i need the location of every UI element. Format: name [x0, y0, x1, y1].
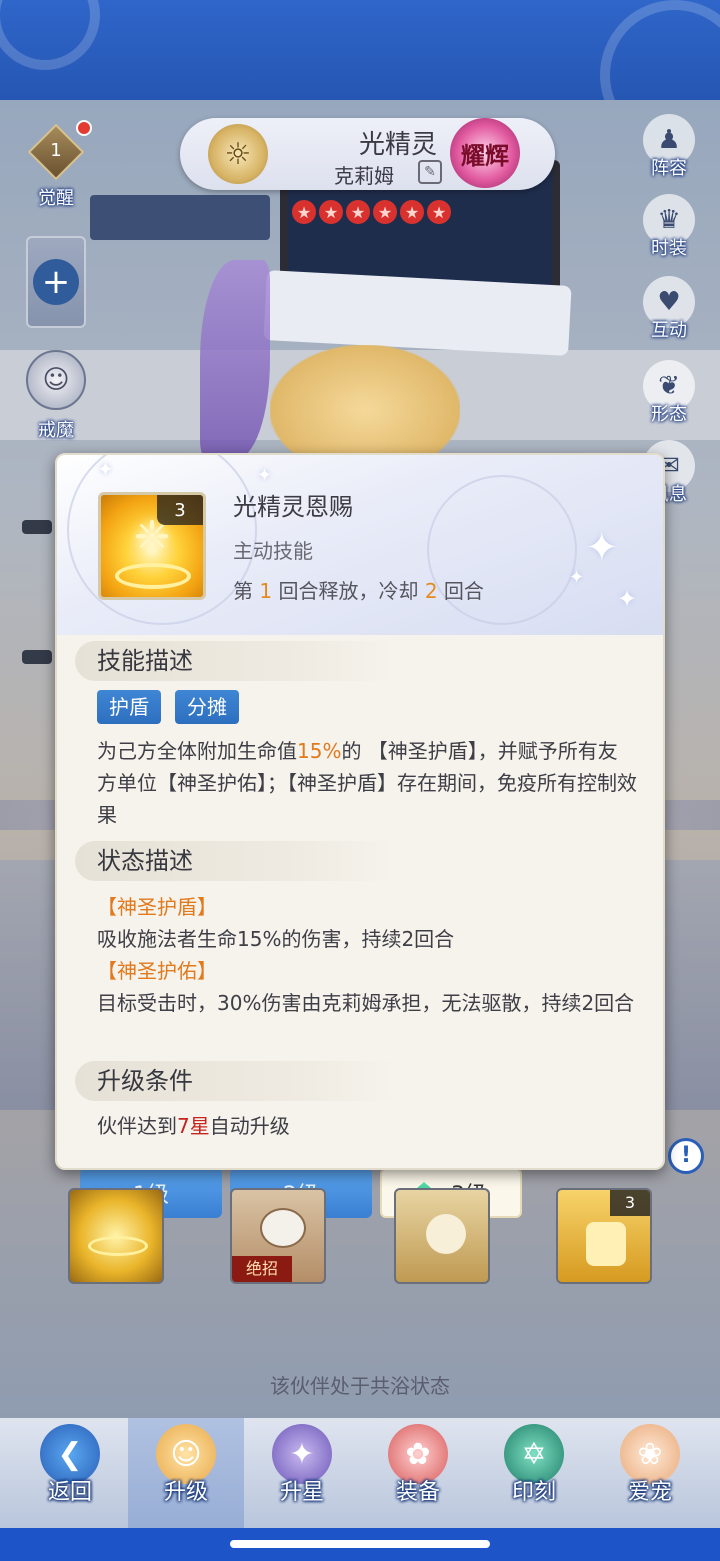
skill-slot[interactable]: 绝招: [230, 1188, 326, 1284]
skill-level-badge: 3: [610, 1190, 650, 1216]
rank-badge: 耀辉: [450, 118, 520, 188]
skill-name: 光精灵恩赐: [233, 493, 353, 521]
hand-skill-icon: [586, 1222, 626, 1266]
star-icon: ★: [292, 200, 316, 224]
star-icon: ★: [373, 200, 397, 224]
top-banner: [0, 0, 720, 100]
upgrade-title: 升级条件: [75, 1061, 395, 1101]
skill-description: 为己方全体附加生命值15%的 【神圣护盾】，并赋予所有友方单位【神圣护佑】；【神…: [97, 735, 637, 831]
right-menu-label: 形态: [651, 404, 687, 425]
jiemo-avatar[interactable]: ☺: [26, 350, 86, 410]
right-menu-lineup[interactable]: ♟ 阵容: [638, 114, 700, 180]
nav-label: 爱宠: [627, 1480, 672, 1505]
add-slot-button[interactable]: +: [26, 236, 86, 328]
right-menu-interact[interactable]: ♥ 互动: [638, 276, 700, 342]
edit-name-icon[interactable]: ✎: [418, 160, 442, 184]
status-description: 【神圣护盾】 吸收施法者生命15%的伤害，持续2回合 【神圣护佑】 目标受击时，…: [97, 891, 637, 1019]
cd-round: 1: [259, 579, 273, 603]
right-menu-label: 互动: [651, 320, 687, 341]
status1-name: 【神圣护盾】: [97, 895, 217, 919]
nav-label: 返回: [47, 1480, 92, 1505]
status-desc-title: 状态描述: [75, 841, 395, 881]
nav-equipment[interactable]: ✿ 装备: [360, 1418, 476, 1528]
tag-shield: 护盾: [97, 690, 161, 724]
nav-label: 装备: [395, 1480, 440, 1505]
info-icon[interactable]: !: [668, 1138, 704, 1174]
halo-icon: [115, 563, 191, 589]
status1-desc: 吸收施法者生命15%的伤害，持续2回合: [97, 927, 455, 951]
star-icon: ★: [319, 200, 343, 224]
right-menu-form[interactable]: ❦ 形态: [638, 360, 700, 426]
skill-icon: ❈ 3: [98, 492, 206, 600]
star-icon: ★: [346, 200, 370, 224]
upgrade-star: 7星: [177, 1114, 210, 1138]
star-icon: ★: [400, 200, 424, 224]
keyboard: [263, 270, 572, 356]
upgrade-text: 自动升级: [209, 1114, 290, 1138]
sheep-skill-icon: [260, 1208, 306, 1248]
jiemo-label: 戒魔: [38, 420, 74, 441]
upgrade-text: 伙伴达到: [97, 1114, 177, 1138]
upgrade-condition: 伙伴达到7星自动升级: [97, 1110, 637, 1142]
awaken-level: 1: [50, 140, 62, 161]
nav-label: 升星: [279, 1480, 324, 1505]
nav-pet[interactable]: ❀ 爱宠: [592, 1418, 708, 1528]
nav-label: 印刻: [511, 1480, 556, 1505]
system-nav-area: [0, 1528, 720, 1561]
books: [90, 195, 270, 240]
nav-back[interactable]: ❮ 返回: [12, 1418, 128, 1528]
sparkle-icon: ✦: [585, 525, 619, 571]
sparkle-icon: ✦: [257, 465, 273, 486]
fairy-skill-icon: [88, 1236, 148, 1256]
cd-text: 回合释放，冷却: [272, 579, 425, 603]
drawer-handle: [22, 650, 52, 664]
sparkle-icon: ✦: [97, 457, 114, 481]
right-menu-costume[interactable]: ♛ 时装: [638, 194, 700, 260]
plus-icon: +: [33, 259, 79, 305]
skill-slot[interactable]: 3: [556, 1188, 652, 1284]
desc-percent: 15%: [297, 739, 342, 763]
star-icon: ★: [427, 200, 451, 224]
skill-desc-title: 技能描述: [75, 641, 395, 681]
desc-text: 为己方全体附加生命值: [97, 739, 297, 763]
notification-dot: [76, 120, 92, 136]
ultimate-label: 绝招: [232, 1256, 292, 1282]
status2-name: 【神圣护佑】: [97, 959, 217, 983]
wing: [200, 260, 270, 460]
nav-star-up[interactable]: ✦ 升星: [244, 1418, 360, 1528]
paw-skill-icon: [426, 1214, 466, 1254]
skill-slot[interactable]: [68, 1188, 164, 1284]
skill-icon-level: 3: [157, 495, 203, 525]
right-menu-label: 阵容: [651, 158, 687, 179]
drawer-handle: [22, 520, 52, 534]
awaken-label: 觉醒: [38, 188, 74, 209]
nav-label: 升级: [163, 1480, 208, 1505]
banner-decoration: [600, 0, 720, 100]
status-note: 该伙伴处于共浴状态: [270, 1374, 450, 1398]
awaken-button[interactable]: 1: [27, 123, 85, 181]
sparkle-icon: ✦: [569, 567, 585, 588]
star-rating: ★ ★ ★ ★ ★ ★: [292, 200, 451, 224]
character-header: ☼ 光精灵 克莉姆 ✎ 耀辉: [180, 118, 555, 190]
skill-type: 主动技能: [233, 539, 313, 563]
popup-header: ✦ ✦ ✦ ✦ ✦ ❈ 3 光精灵恩赐 主动技能 第 1 回合释放，冷却 2 回…: [57, 455, 663, 635]
nav-engrave[interactable]: ✡ 印刻: [476, 1418, 592, 1528]
cd-text: 回合: [437, 579, 484, 603]
cd-cooldown: 2: [424, 579, 438, 603]
character-sub-name: 克莉姆: [334, 164, 394, 188]
banner-decoration: [0, 0, 100, 70]
light-element-icon: ☼: [208, 124, 268, 184]
skill-slot[interactable]: [394, 1188, 490, 1284]
nav-upgrade[interactable]: ☺ 升级: [128, 1418, 244, 1528]
skill-detail-popup: ✦ ✦ ✦ ✦ ✦ ❈ 3 光精灵恩赐 主动技能 第 1 回合释放，冷却 2 回…: [55, 453, 665, 1170]
skill-cooldown: 第 1 回合释放，冷却 2 回合: [233, 575, 484, 604]
sparkle-icon: ✦: [617, 585, 638, 613]
cd-text: 第: [233, 579, 260, 603]
bottom-nav: ❮ 返回 ☺ 升级 ✦ 升星 ✿ 装备 ✡ 印刻 ❀ 爱宠: [0, 1418, 720, 1528]
status2-desc: 目标受击时，30%伤害由克莉姆承担，无法驱散，持续2回合: [97, 991, 635, 1015]
tag-share: 分摊: [175, 690, 239, 724]
home-indicator[interactable]: [230, 1540, 490, 1548]
right-menu-label: 时装: [651, 238, 687, 259]
